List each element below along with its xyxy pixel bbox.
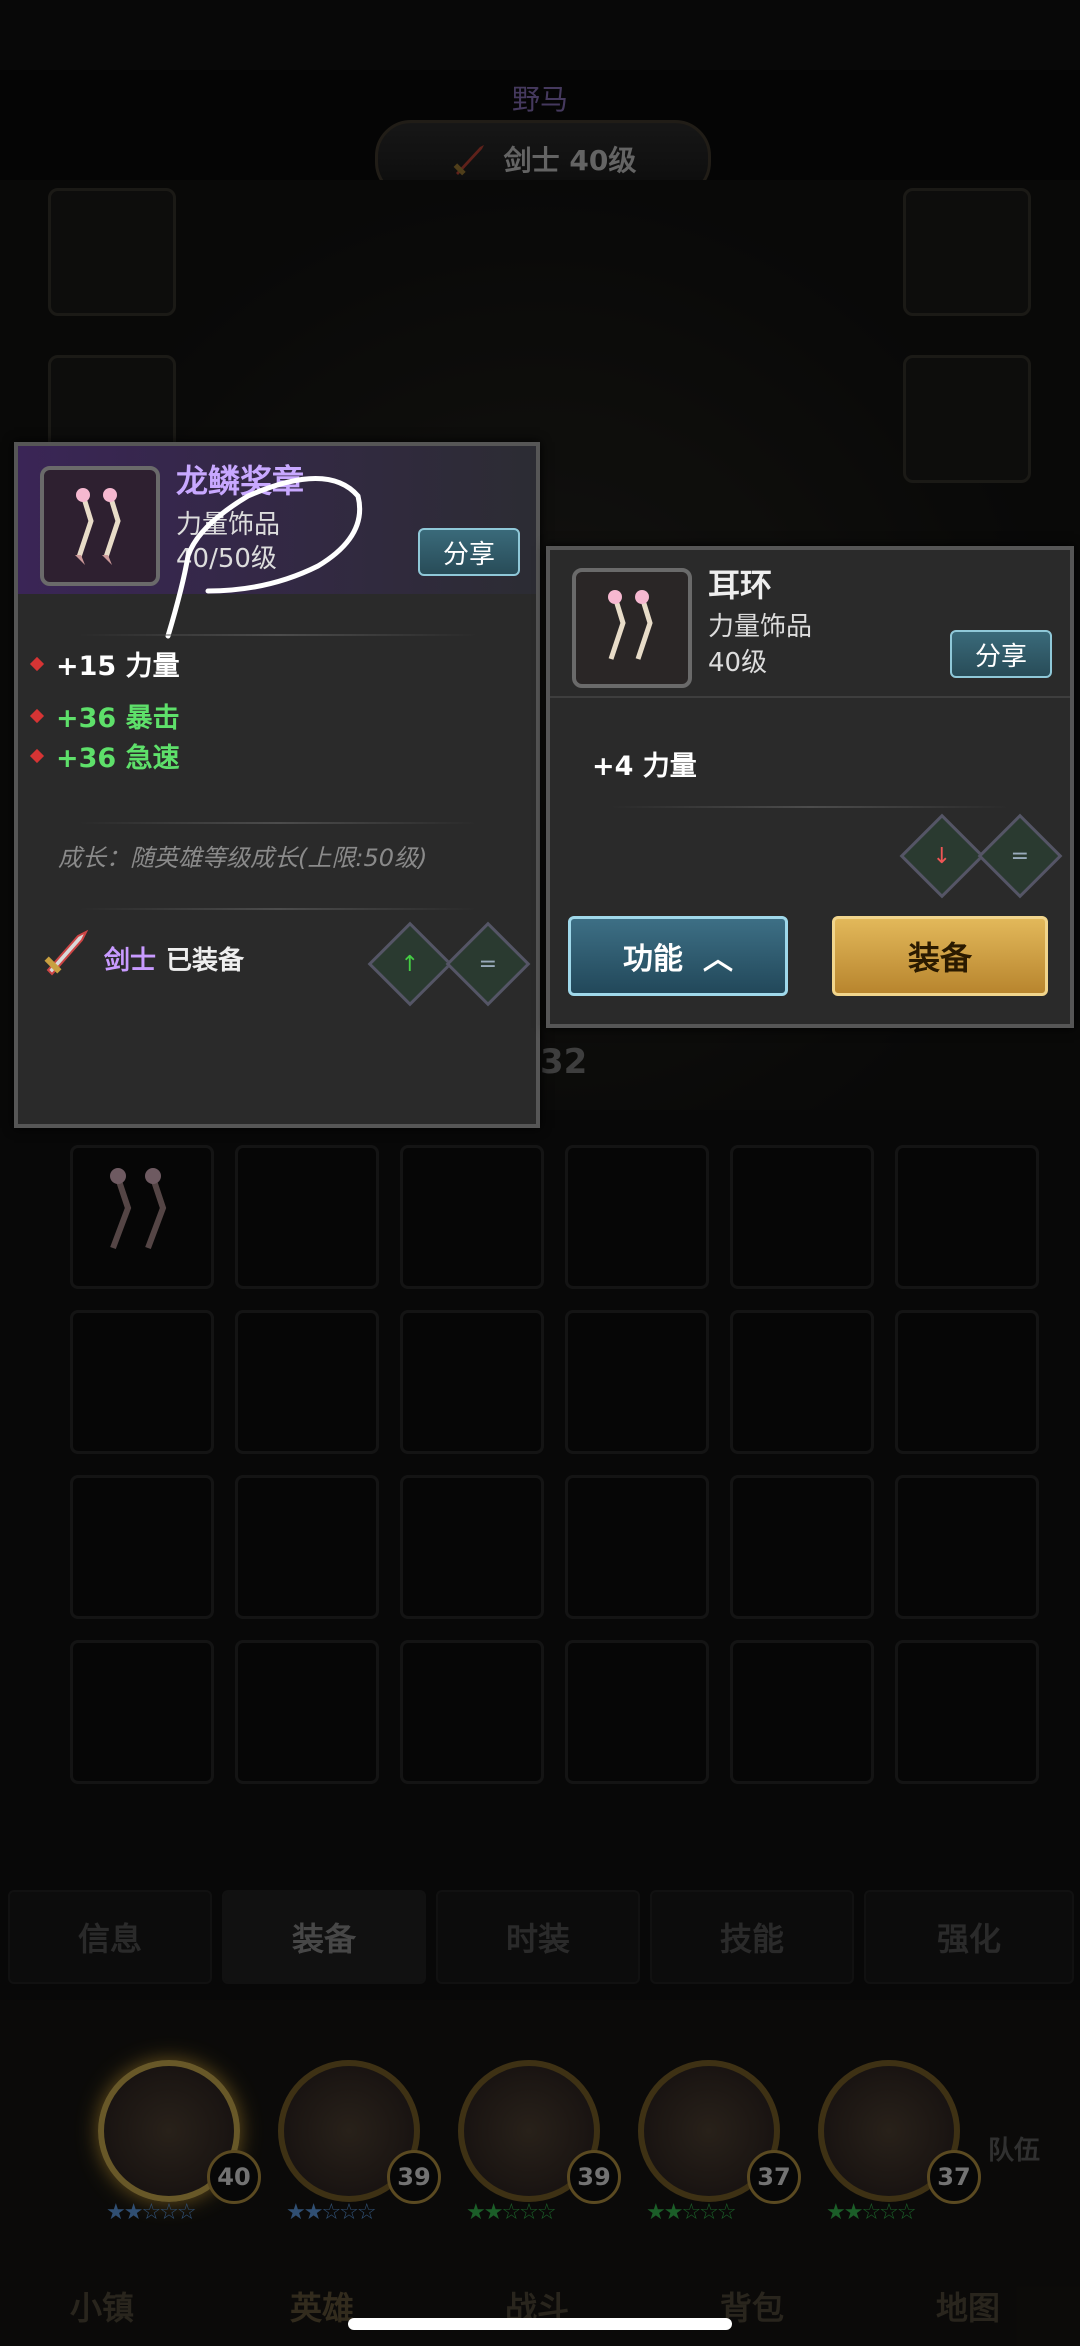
hero-level-badge: 40 — [207, 2150, 261, 2204]
nav-town[interactable]: 小镇 — [70, 2283, 134, 2329]
inventory-slot[interactable] — [895, 1310, 1039, 1454]
stat-line: +4 力量 — [592, 751, 697, 782]
equipped-label: 已装备 — [166, 946, 245, 976]
weapon-compare-up-icon: ↑ — [367, 921, 453, 1007]
inventory-slot[interactable] — [70, 1640, 214, 1784]
chevron-up-icon: ︿ — [703, 942, 733, 977]
hero-stars: ★★☆☆☆ — [646, 2200, 737, 2225]
tab-equipment[interactable]: 装备 — [222, 1890, 426, 1984]
inventory-slot[interactable] — [895, 1640, 1039, 1784]
divider — [550, 696, 1070, 698]
earring-icon — [110, 1168, 167, 1250]
share-button[interactable]: 分享 — [418, 528, 520, 576]
item-icon-frame — [572, 568, 692, 688]
inventory-slot[interactable] — [895, 1475, 1039, 1619]
inventory-slot[interactable] — [235, 1310, 379, 1454]
tab-fashion[interactable]: 时装 — [436, 1890, 640, 1984]
nav-map[interactable]: 地图 — [936, 2283, 1000, 2329]
inventory-slot[interactable] — [730, 1475, 874, 1619]
inventory-slot[interactable] — [400, 1640, 544, 1784]
inventory-slot[interactable] — [70, 1475, 214, 1619]
page-title: 野马 — [511, 83, 568, 116]
earring-icon — [608, 590, 653, 660]
nav-heroes[interactable]: 英雄 — [290, 2283, 354, 2329]
equip-slot-pants[interactable] — [903, 355, 1031, 483]
hand-drawn-annotation — [165, 476, 363, 639]
share-button[interactable]: 分享 — [950, 630, 1052, 678]
hero-stars: ★★☆☆☆ — [106, 2200, 197, 2225]
tab-info[interactable]: 信息 — [8, 1890, 212, 1984]
inventory-slot[interactable] — [400, 1310, 544, 1454]
team-button[interactable]: 队伍 — [988, 2130, 1040, 2167]
hero-level-badge: 39 — [387, 2150, 441, 2204]
hero-stars: ★★☆☆☆ — [826, 2200, 917, 2225]
hero-stars: ★★☆☆☆ — [286, 2200, 377, 2225]
hero-level-badge: 37 — [747, 2150, 801, 2204]
compare-item-tooltip: 耳环 力量饰品 40级 分享 +4 力量 ↓ = 功能 ︿ 装备 — [546, 546, 1074, 1028]
inventory-slot[interactable] — [565, 1640, 709, 1784]
inventory-slot[interactable] — [730, 1310, 874, 1454]
hero-stars: ★★☆☆☆ — [466, 2200, 557, 2225]
stat-line: +15 力量 — [29, 644, 180, 683]
inventory-slot[interactable] — [565, 1475, 709, 1619]
inventory-slot[interactable] — [70, 1310, 214, 1454]
equipped-class: 剑士 — [104, 946, 157, 976]
inventory-slot[interactable] — [70, 1145, 214, 1289]
class-level-text: 剑士 40级 — [503, 144, 637, 177]
inventory-slot[interactable] — [565, 1145, 709, 1289]
item-level: 40级 — [708, 648, 768, 678]
tab-enhance[interactable]: 强化 — [864, 1890, 1074, 1984]
inventory-slot[interactable] — [235, 1145, 379, 1289]
sword-icon — [453, 145, 484, 176]
divider — [78, 634, 478, 636]
inventory-slot[interactable] — [730, 1640, 874, 1784]
weapon-compare-down-icon: ↓ — [899, 813, 985, 899]
stat-line: +36 暴击 — [29, 696, 180, 735]
hero-power-value: 32 — [540, 1042, 588, 1082]
equipped-status: 剑士 已装备 — [104, 940, 244, 977]
function-button[interactable]: 功能 ︿ — [568, 916, 788, 996]
inventory-slot[interactable] — [895, 1145, 1039, 1289]
equipped-item-tooltip: 龙鳞奖章 力量饰品 40/50级 分享 +15 力量 +36 暴击 +36 急速… — [14, 442, 540, 1128]
equip-slot-armor[interactable] — [903, 188, 1031, 316]
inventory-slot[interactable] — [235, 1475, 379, 1619]
item-name: 耳环 — [708, 566, 773, 604]
divider — [78, 822, 478, 824]
armor-compare-equal-icon: = — [445, 921, 531, 1007]
growth-text: 成长：随英雄等级成长(上限:50级) — [58, 844, 428, 872]
inventory-slot[interactable] — [400, 1145, 544, 1289]
equip-slot-helmet[interactable] — [48, 188, 176, 316]
hero-level-badge: 39 — [567, 2150, 621, 2204]
function-button-label: 功能 — [623, 942, 683, 977]
inventory-slot[interactable] — [235, 1640, 379, 1784]
inventory-slot[interactable] — [565, 1310, 709, 1454]
armor-compare-equal-icon: = — [977, 813, 1063, 899]
inventory-slot[interactable] — [730, 1145, 874, 1289]
item-type: 力量饰品 — [708, 612, 813, 642]
divider — [78, 908, 478, 910]
home-indicator — [348, 2318, 732, 2330]
tab-skills[interactable]: 技能 — [650, 1890, 854, 1984]
hero-level-badge: 37 — [927, 2150, 981, 2204]
inventory-slot[interactable] — [400, 1475, 544, 1619]
divider — [610, 806, 1010, 808]
sword-icon — [44, 929, 89, 976]
stat-line: +36 急速 — [29, 736, 180, 775]
equip-button[interactable]: 装备 — [832, 916, 1048, 996]
